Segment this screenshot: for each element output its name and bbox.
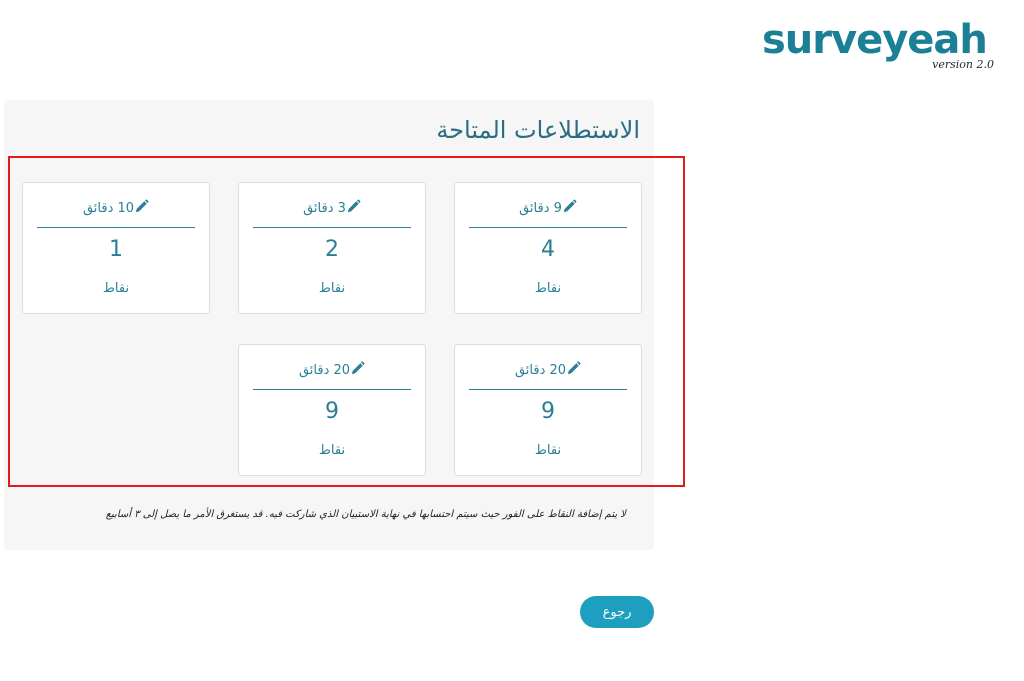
survey-duration-text: 3 دقائق <box>303 201 346 216</box>
surveyeah-logo: surveyeah version 2.0 <box>762 14 1002 74</box>
survey-duration: 20 دقائق <box>253 361 411 390</box>
pencil-icon <box>135 199 149 213</box>
survey-duration-text: 10 دقائق <box>82 201 135 216</box>
surveys-panel: الاستطلاعات المتاحة 9 دقائق 4 نقاط 3 دقا… <box>4 100 685 550</box>
survey-duration-text: 20 دقائق <box>514 363 567 378</box>
pencil-icon <box>351 361 365 375</box>
points-notice: لا يتم إضافة النقاط على الفور حيث سيتم ا… <box>105 509 626 520</box>
survey-points: 9 <box>325 399 339 424</box>
survey-points: 1 <box>109 237 123 262</box>
pencil-icon <box>347 199 361 213</box>
survey-points-unit: نقاط <box>534 281 562 296</box>
logo-version: version 2.0 <box>932 58 994 71</box>
survey-duration: 3 دقائق <box>253 199 411 228</box>
survey-card[interactable]: 20 دقائق 9 نقاط <box>454 344 642 476</box>
survey-card[interactable]: 10 دقائق 1 نقاط <box>22 182 210 314</box>
survey-duration: 20 دقائق <box>469 361 627 390</box>
survey-duration: 9 دقائق <box>469 199 627 228</box>
survey-points-unit: نقاط <box>318 443 346 458</box>
survey-points: 2 <box>325 237 339 262</box>
survey-card[interactable]: 9 دقائق 4 نقاط <box>454 182 642 314</box>
survey-card[interactable]: 20 دقائق 9 نقاط <box>238 344 426 476</box>
survey-duration: 10 دقائق <box>37 199 195 228</box>
survey-duration-text: 20 دقائق <box>298 363 351 378</box>
back-button[interactable]: رجوع <box>580 596 654 628</box>
survey-points: 4 <box>541 237 555 262</box>
survey-points-unit: نقاط <box>102 281 130 296</box>
survey-duration-text: 9 دقائق <box>519 201 562 216</box>
pencil-icon <box>563 199 577 213</box>
surveys-highlight-box: 9 دقائق 4 نقاط 3 دقائق 2 نقاط 10 دقائق 1… <box>8 156 685 487</box>
page-title: الاستطلاعات المتاحة <box>436 116 640 144</box>
survey-points-unit: نقاط <box>318 281 346 296</box>
survey-points-unit: نقاط <box>534 443 562 458</box>
survey-card[interactable]: 3 دقائق 2 نقاط <box>238 182 426 314</box>
survey-points: 9 <box>541 399 555 424</box>
pencil-icon <box>567 361 581 375</box>
